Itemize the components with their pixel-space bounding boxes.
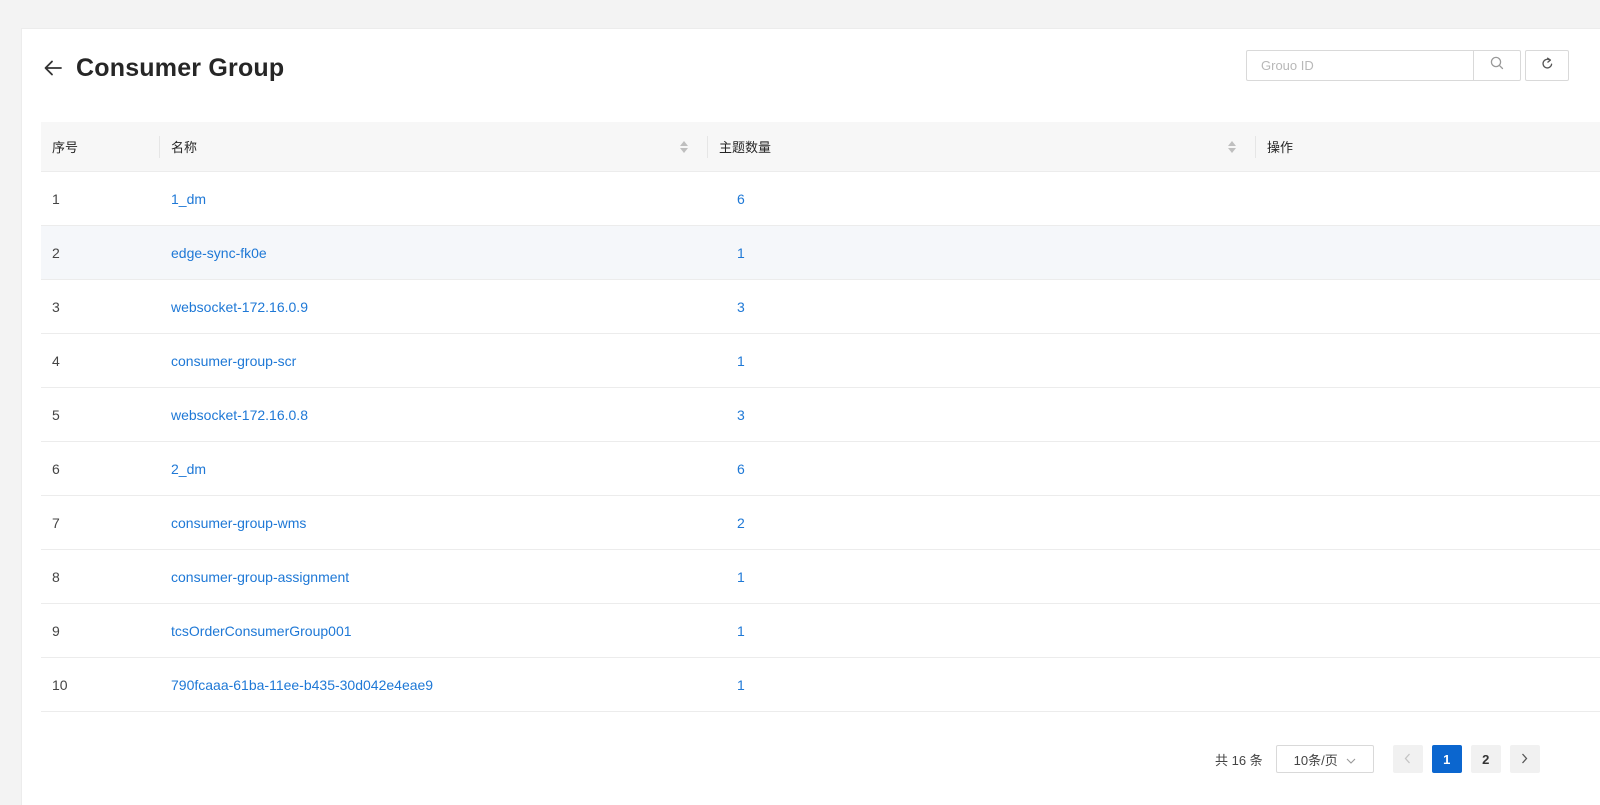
table-row: 8 consumer-group-assignment 1 <box>41 550 1600 604</box>
chevron-left-icon <box>1404 752 1411 767</box>
sort-caret-icon[interactable] <box>1228 140 1236 153</box>
main-card: Consumer Group 序号 <box>21 28 1600 805</box>
topic-count-link[interactable]: 6 <box>737 191 745 207</box>
topic-count-link[interactable]: 3 <box>737 299 745 315</box>
row-index: 10 <box>52 676 68 693</box>
row-index: 5 <box>52 406 60 423</box>
topic-count-link[interactable]: 6 <box>737 461 745 477</box>
row-actions <box>1256 658 1600 711</box>
search-button[interactable] <box>1473 50 1521 81</box>
group-name-link[interactable]: 2_dm <box>171 461 206 477</box>
total-count: 共 16 条 <box>1215 752 1263 768</box>
row-actions <box>1256 334 1600 387</box>
refresh-icon <box>1541 57 1554 75</box>
group-id-search-input[interactable] <box>1246 50 1473 81</box>
back-arrow-icon[interactable] <box>42 57 64 79</box>
table-row: 1 1_dm 6 <box>41 172 1600 226</box>
row-actions <box>1256 604 1600 657</box>
table-row: 5 websocket-172.16.0.8 3 <box>41 388 1600 442</box>
row-index: 4 <box>52 352 60 369</box>
topic-count-link[interactable]: 2 <box>737 515 745 531</box>
sort-caret-icon[interactable] <box>680 140 688 153</box>
prev-page-button[interactable] <box>1392 745 1423 773</box>
topic-count-link[interactable]: 1 <box>737 245 745 261</box>
pagination: 共 16 条 10条/页 1 2 <box>1215 745 1549 773</box>
refresh-button[interactable] <box>1525 50 1569 81</box>
row-actions <box>1256 496 1600 549</box>
row-index: 8 <box>52 568 60 585</box>
page-header: Consumer Group <box>42 51 284 85</box>
row-index: 9 <box>52 622 60 639</box>
group-name-link[interactable]: consumer-group-scr <box>171 353 296 369</box>
group-name-link[interactable]: 1_dm <box>171 191 206 207</box>
row-index: 3 <box>52 298 60 315</box>
search-group <box>1246 50 1521 81</box>
table-body: 1 1_dm 6 2 edge-sync-fk0e 1 3 websocket-… <box>41 172 1600 712</box>
group-name-link[interactable]: websocket-172.16.0.8 <box>171 407 308 423</box>
chevron-down-icon <box>1346 752 1356 767</box>
page-size-select[interactable]: 10条/页 <box>1275 745 1374 773</box>
consumer-group-table: 序号 名称 主题数量 操作 1 1_dm 6 2 edge-sync-fk0e … <box>41 122 1600 712</box>
row-actions <box>1256 442 1600 495</box>
page-button-1[interactable]: 1 <box>1431 745 1462 773</box>
group-name-link[interactable]: edge-sync-fk0e <box>171 245 267 261</box>
topic-count-link[interactable]: 1 <box>737 677 745 693</box>
topic-count-link[interactable]: 3 <box>737 407 745 423</box>
chevron-right-icon <box>1521 752 1528 767</box>
row-actions <box>1256 388 1600 441</box>
row-actions <box>1256 172 1600 225</box>
search-icon <box>1490 56 1504 75</box>
column-header-name[interactable]: 名称 <box>160 122 708 172</box>
column-header-index: 序号 <box>41 122 160 172</box>
row-index: 1 <box>52 190 60 207</box>
row-actions <box>1256 280 1600 333</box>
group-name-link[interactable]: consumer-group-wms <box>171 515 306 531</box>
row-index: 2 <box>52 244 60 261</box>
group-name-link[interactable]: consumer-group-assignment <box>171 569 349 585</box>
table-row: 9 tcsOrderConsumerGroup001 1 <box>41 604 1600 658</box>
table-row: 10 790fcaaa-61ba-11ee-b435-30d042e4eae9 … <box>41 658 1600 712</box>
table-row: 7 consumer-group-wms 2 <box>41 496 1600 550</box>
topic-count-link[interactable]: 1 <box>737 623 745 639</box>
column-header-actions: 操作 <box>1267 140 1294 155</box>
topic-count-link[interactable]: 1 <box>737 569 745 585</box>
topic-count-link[interactable]: 1 <box>737 353 745 369</box>
page-size-value: 10条/页 <box>1293 752 1338 768</box>
table-row: 3 websocket-172.16.0.9 3 <box>41 280 1600 334</box>
table-row: 6 2_dm 6 <box>41 442 1600 496</box>
group-name-link[interactable]: websocket-172.16.0.9 <box>171 299 308 315</box>
group-name-link[interactable]: 790fcaaa-61ba-11ee-b435-30d042e4eae9 <box>171 677 433 693</box>
next-page-button[interactable] <box>1509 745 1540 773</box>
table-row: 4 consumer-group-scr 1 <box>41 334 1600 388</box>
page-title: Consumer Group <box>76 53 285 82</box>
column-header-topic-count[interactable]: 主题数量 <box>708 122 1256 172</box>
group-name-link[interactable]: tcsOrderConsumerGroup001 <box>171 623 352 639</box>
row-actions <box>1256 226 1600 279</box>
row-index: 6 <box>52 460 60 477</box>
row-actions <box>1256 550 1600 603</box>
table-header: 序号 名称 主题数量 操作 <box>41 122 1600 172</box>
row-index: 7 <box>52 514 60 531</box>
page-button-2[interactable]: 2 <box>1470 745 1501 773</box>
table-row: 2 edge-sync-fk0e 1 <box>41 226 1600 280</box>
